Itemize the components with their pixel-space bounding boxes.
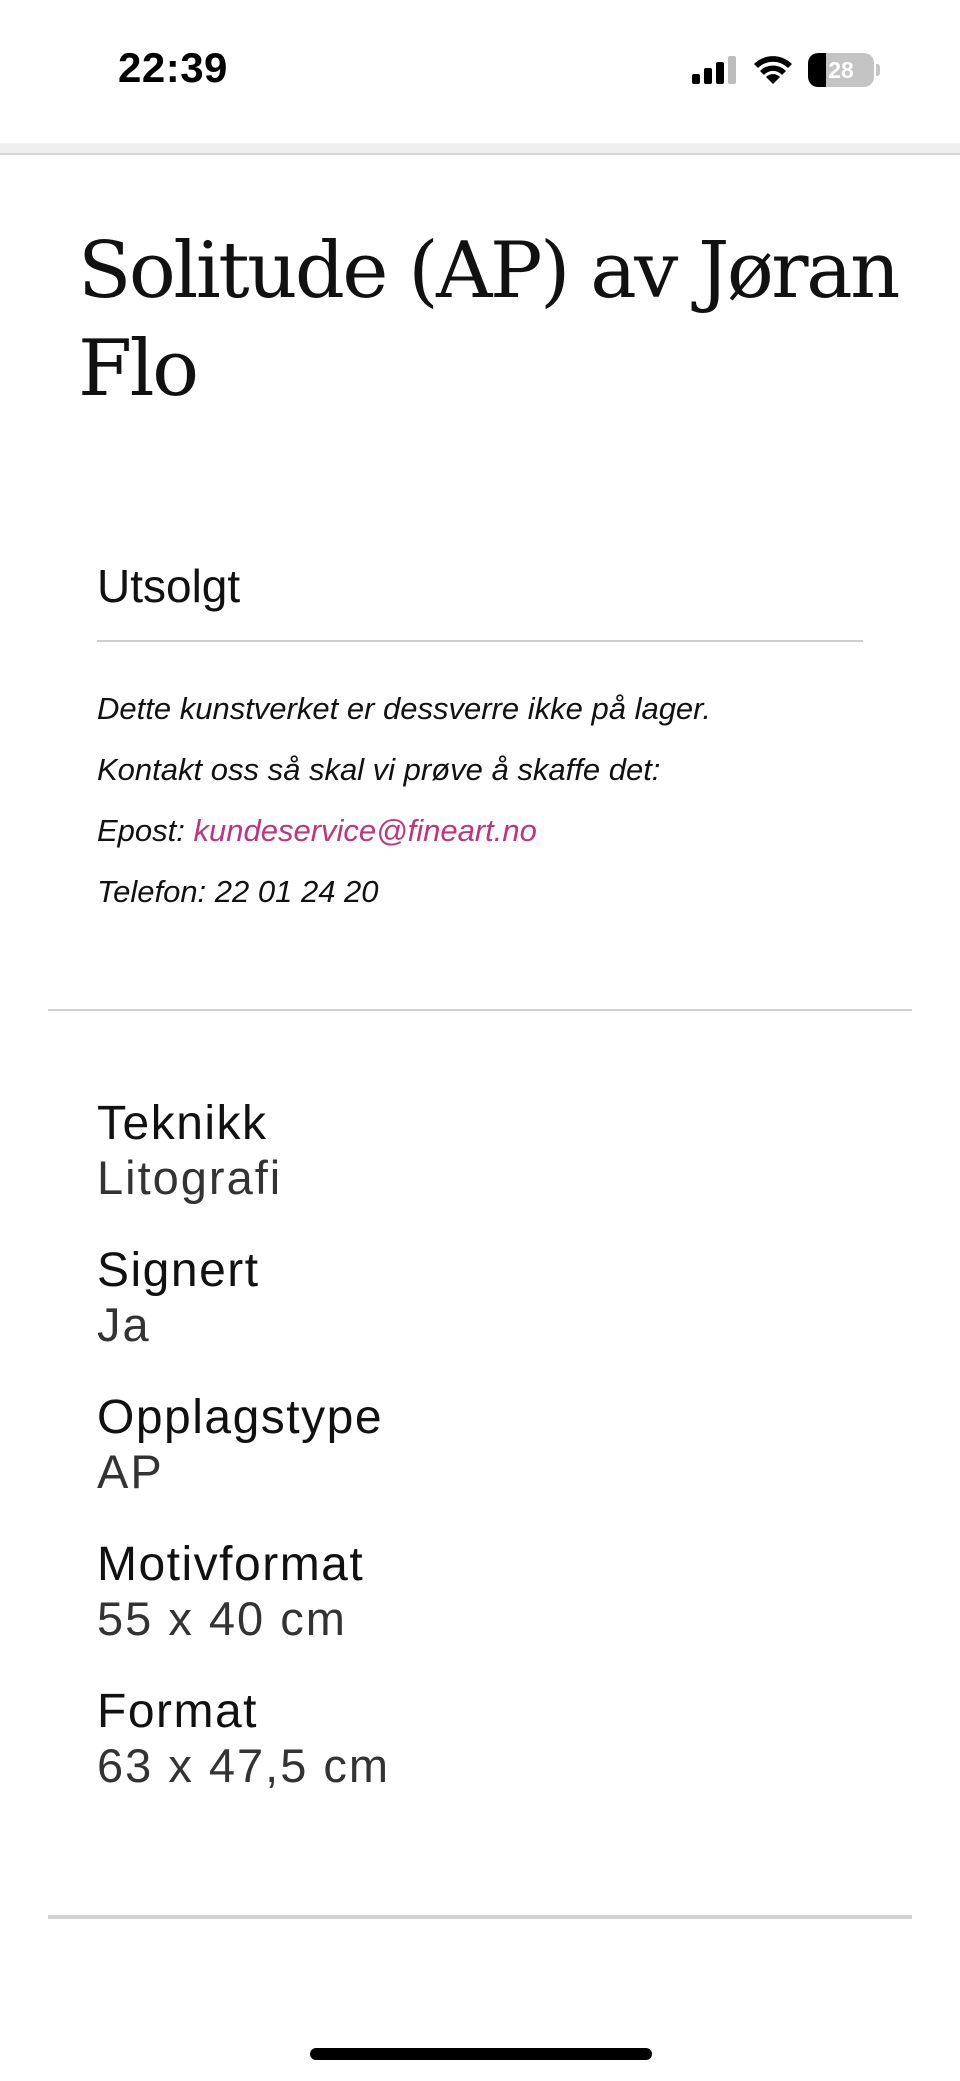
bottom-divider [48,1915,912,1919]
spec-item-opplagstype: Opplagstype AP [97,1390,857,1537]
phone-line[interactable]: Telefon: 22 01 24 20 [97,861,863,922]
spec-item-signert: Signert Ja [97,1243,857,1390]
email-link[interactable]: kundeservice@fineart.no [194,813,537,848]
spec-item-motivformat: Motivformat 55 x 40 cm [97,1537,857,1684]
header-divider [0,143,960,155]
spec-value: 55 x 40 cm [97,1592,347,1645]
spec-label: Signert [97,1244,260,1297]
cellular-signal-icon [692,56,736,84]
spec-value: 63 x 47,5 cm [97,1739,391,1792]
spec-label: Format [97,1685,259,1738]
spec-value: AP [97,1445,164,1498]
stock-status-body: Dette kunstverket er dessverre ikke på l… [97,678,863,922]
status-icons: 28 [692,50,880,90]
spec-item-format: Format 63 x 47,5 cm [97,1684,857,1831]
spec-value: Ja [97,1298,151,1351]
battery-icon: 28 [808,53,874,87]
wifi-icon [754,56,792,84]
spec-item-teknikk: Teknikk Litografi [97,1096,857,1243]
stock-status-section: Utsolgt Dette kunstverket er dessverre i… [97,556,863,922]
spec-label: Opplagstype [97,1391,384,1444]
battery-level: 28 [828,56,854,83]
status-bar: 22:39 28 [0,0,960,140]
stock-message-line-1: Dette kunstverket er dessverre ikke på l… [97,691,711,726]
spec-label: Motivformat [97,1538,365,1591]
spec-label: Teknikk [97,1097,268,1150]
product-title: Solitude (AP) av Jøran Flo [78,226,900,414]
email-line: Epost: kundeservice@fineart.no [97,800,863,861]
battery-fill [808,53,827,87]
spec-value: Litografi [97,1151,283,1204]
section-divider [48,1009,912,1011]
stock-message-line-2: Kontakt oss så skal vi prøve å skaffe de… [97,752,661,787]
specs-list: Teknikk Litografi Signert Ja Opplagstype… [97,1096,857,1831]
battery-tip [876,64,880,76]
email-label: Epost: [97,813,194,848]
home-indicator[interactable] [310,2048,652,2060]
stock-status-heading: Utsolgt [97,556,863,642]
status-time: 22:39 [118,44,228,91]
